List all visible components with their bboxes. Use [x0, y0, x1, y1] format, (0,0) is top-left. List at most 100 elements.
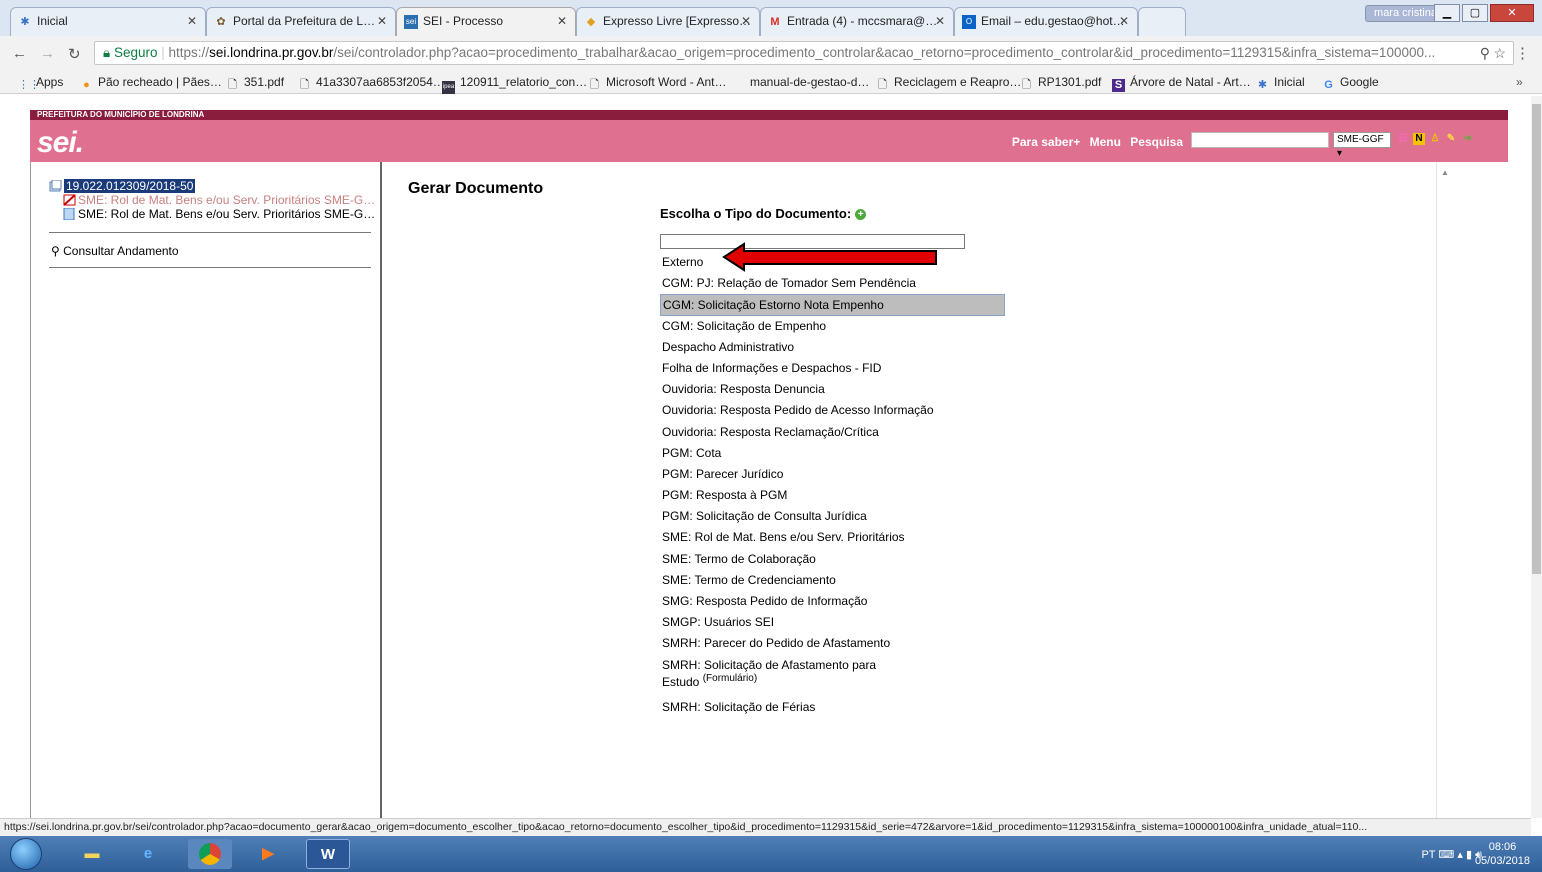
page-icon: 🗋: [878, 79, 887, 91]
tree-doc-node[interactable]: SME: Rol de Mat. Bens e/ou Serv. Priorit…: [49, 207, 375, 221]
url-host: sei.londrina.pr.gov.br: [209, 45, 334, 60]
sei-header: sei. Para saber+ Menu Pesquisa SME-GGF ▾…: [30, 120, 1508, 162]
list-item[interactable]: SMG: Resposta Pedido de Informação: [660, 591, 1005, 612]
bookmark-pao[interactable]: ● Pão recheado | Pães…: [80, 75, 222, 92]
tab-sei-processo[interactable]: sei SEI - Processo ✕: [396, 7, 576, 37]
outlook-icon: O: [962, 15, 976, 29]
unit-select[interactable]: SME-GGF ▾: [1333, 132, 1391, 159]
internet-explorer-icon[interactable]: e: [126, 839, 170, 869]
zoom-icon[interactable]: ⚲: [1480, 45, 1490, 62]
puzzle-icon: ✱: [1257, 79, 1268, 91]
reload-icon[interactable]: ↻: [68, 45, 81, 63]
bookmark-word[interactable]: 🗋 Microsoft Word - Ant…: [588, 75, 726, 92]
tab-label: SEI - Processo: [423, 14, 504, 28]
list-item[interactable]: SMRH: Solicitação de Férias: [660, 697, 1005, 718]
list-item[interactable]: PGM: Parecer Jurídico: [660, 464, 1005, 485]
add-icon[interactable]: +: [855, 209, 867, 220]
tools-icon[interactable]: ✎: [1445, 133, 1457, 145]
bookmark-41a3[interactable]: 🗋 41a3307aa6853f2054…: [298, 75, 445, 92]
forward-icon[interactable]: →: [40, 45, 55, 62]
list-item[interactable]: SME: Termo de Credenciamento: [660, 570, 1005, 591]
list-item[interactable]: PGM: Solicitação de Consulta Jurídica: [660, 506, 1005, 527]
tab-expresso[interactable]: ◆ Expresso Livre [Expresso… ✕: [576, 7, 760, 36]
list-item[interactable]: Folha de Informações e Despachos - FID: [660, 358, 1005, 379]
chrome-icon[interactable]: [188, 839, 232, 869]
bookmark-relatorio[interactable]: ipea 120911_relatorio_con…: [442, 75, 587, 94]
list-item[interactable]: Ouvidoria: Resposta Reclamação/Crítica: [660, 422, 1005, 443]
list-item[interactable]: PGM: Resposta à PGM: [660, 485, 1005, 506]
bookmark-arvore[interactable]: S Árvore de Natal - Art…: [1112, 75, 1251, 92]
list-item[interactable]: Despacho Administrativo: [660, 337, 1005, 358]
list-item[interactable]: CGM: Solicitação de Empenho: [660, 316, 1005, 337]
orange-circle-icon: ●: [83, 79, 90, 91]
tray-arrow-icon[interactable]: ▴: [1457, 849, 1463, 861]
search-input[interactable]: [1191, 132, 1329, 148]
list-item[interactable]: CGM: PJ: Relação de Tomador Sem Pendênci…: [660, 273, 1005, 294]
bookmark-rp1301[interactable]: 🗋 RP1301.pdf: [1020, 75, 1101, 92]
close-icon[interactable]: ✕: [1119, 14, 1129, 28]
consultar-andamento-link[interactable]: ⚲ Consultar Andamento: [51, 244, 179, 258]
main-content: Gerar Documento Escolha o Tipo do Docume…: [384, 162, 1436, 818]
tab-gmail[interactable]: M Entrada (4) - mccsmara@… ✕: [760, 7, 954, 36]
list-item-selected[interactable]: CGM: Solicitação Estorno Nota Empenho: [660, 294, 1005, 316]
taskbar: ▬ e ▶ W PT ⌨ ▴ ▮ 🔊︎ 08:06 05/03/2018: [0, 836, 1542, 872]
process-tree-panel: 19.022.012309/2018-50 SME: Rol de Mat. B…: [30, 162, 382, 818]
sei-logo[interactable]: sei.: [37, 126, 84, 160]
bookmark-inicial[interactable]: ✱ Inicial: [1256, 75, 1305, 92]
exit-icon[interactable]: ⇥: [1461, 133, 1473, 145]
url-path: /sei/controlador.php?acao=procedimento_t…: [333, 45, 1436, 60]
list-item[interactable]: SMRH: Solicitação de Afastamento para Es…: [660, 655, 900, 697]
bookmark-351pdf[interactable]: 🗋 351.pdf: [226, 75, 284, 92]
scroll-up-icon[interactable]: ▲: [1441, 168, 1449, 177]
controle-processos-icon[interactable]: ☷: [1397, 133, 1409, 145]
bookmark-google[interactable]: G Google: [1322, 75, 1378, 92]
language-indicator[interactable]: PT: [1421, 849, 1435, 861]
minimize-button[interactable]: ▁: [1434, 4, 1460, 22]
clock[interactable]: 08:06 05/03/2018: [1475, 840, 1530, 868]
list-item[interactable]: Ouvidoria: Resposta Denuncia: [660, 379, 1005, 400]
close-icon[interactable]: ✕: [377, 14, 387, 28]
list-item[interactable]: SME: Rol de Mat. Bens e/ou Serv. Priorit…: [660, 527, 1005, 548]
close-icon[interactable]: ✕: [187, 14, 197, 28]
keyboard-icon[interactable]: ⌨: [1438, 849, 1454, 861]
new-tab-button[interactable]: [1138, 7, 1186, 36]
close-window-button[interactable]: ✕: [1490, 4, 1534, 22]
address-bar: ← → ↻ 🔒︎ Seguro | https://sei.londrina.p…: [0, 36, 1542, 70]
list-item[interactable]: Ouvidoria: Resposta Pedido de Acesso Inf…: [660, 400, 1005, 421]
user-icon[interactable]: ♙: [1429, 133, 1441, 145]
tab-portal[interactable]: ✿ Portal da Prefeitura de L… ✕: [206, 7, 396, 36]
media-player-icon[interactable]: ▶: [246, 839, 290, 869]
menu-kebab-icon[interactable]: ⋮: [1515, 44, 1530, 62]
start-button[interactable]: [10, 838, 42, 870]
maximize-button[interactable]: ▢: [1462, 4, 1488, 22]
tab-email[interactable]: O Email – edu.gestao@hot… ✕: [954, 7, 1138, 36]
page-scrollbar[interactable]: [1531, 96, 1542, 818]
list-item[interactable]: SMGP: Usuários SEI: [660, 612, 1005, 633]
bookmark-manual[interactable]: manual-de-gestao-d…: [750, 75, 869, 89]
tree-doc-node[interactable]: SME: Rol de Mat. Bens e/ou Serv. Priorit…: [49, 193, 375, 207]
bookmark-reciclagem[interactable]: 🗋 Reciclagem e Reapro…: [876, 75, 1021, 92]
list-item[interactable]: SMRH: Parecer do Pedido de Afastamento: [660, 633, 1005, 654]
url-field[interactable]: 🔒︎ Seguro | https://sei.londrina.pr.gov.…: [94, 41, 1514, 65]
tree-process-node[interactable]: 19.022.012309/2018-50: [49, 179, 375, 193]
close-icon[interactable]: ✕: [935, 14, 945, 28]
star-icon[interactable]: ☆: [1493, 45, 1506, 62]
link-pesquisa[interactable]: Pesquisa: [1130, 135, 1183, 149]
link-para-saber[interactable]: Para saber+: [1012, 135, 1080, 149]
close-icon[interactable]: ✕: [741, 14, 751, 28]
content-scrollbar[interactable]: ▲: [1436, 162, 1454, 818]
back-icon[interactable]: ←: [12, 45, 27, 62]
link-menu[interactable]: Menu: [1090, 135, 1121, 149]
list-item[interactable]: SME: Termo de Colaboração: [660, 549, 1005, 570]
bookmark-apps[interactable]: ⋮⋮Apps: [18, 75, 63, 92]
novidades-icon[interactable]: N: [1413, 133, 1425, 145]
close-icon[interactable]: ✕: [557, 14, 567, 28]
list-item[interactable]: PGM: Cota: [660, 443, 1005, 464]
more-bookmarks-icon[interactable]: »: [1516, 75, 1523, 89]
process-number: 19.022.012309/2018-50: [64, 179, 196, 193]
scrollbar-thumb[interactable]: [1532, 104, 1541, 574]
tab-inicial[interactable]: ✱ Inicial ✕: [10, 7, 206, 36]
network-icon[interactable]: ▮: [1466, 849, 1472, 861]
explorer-icon[interactable]: ▬: [70, 839, 114, 869]
word-icon[interactable]: W: [306, 839, 350, 869]
